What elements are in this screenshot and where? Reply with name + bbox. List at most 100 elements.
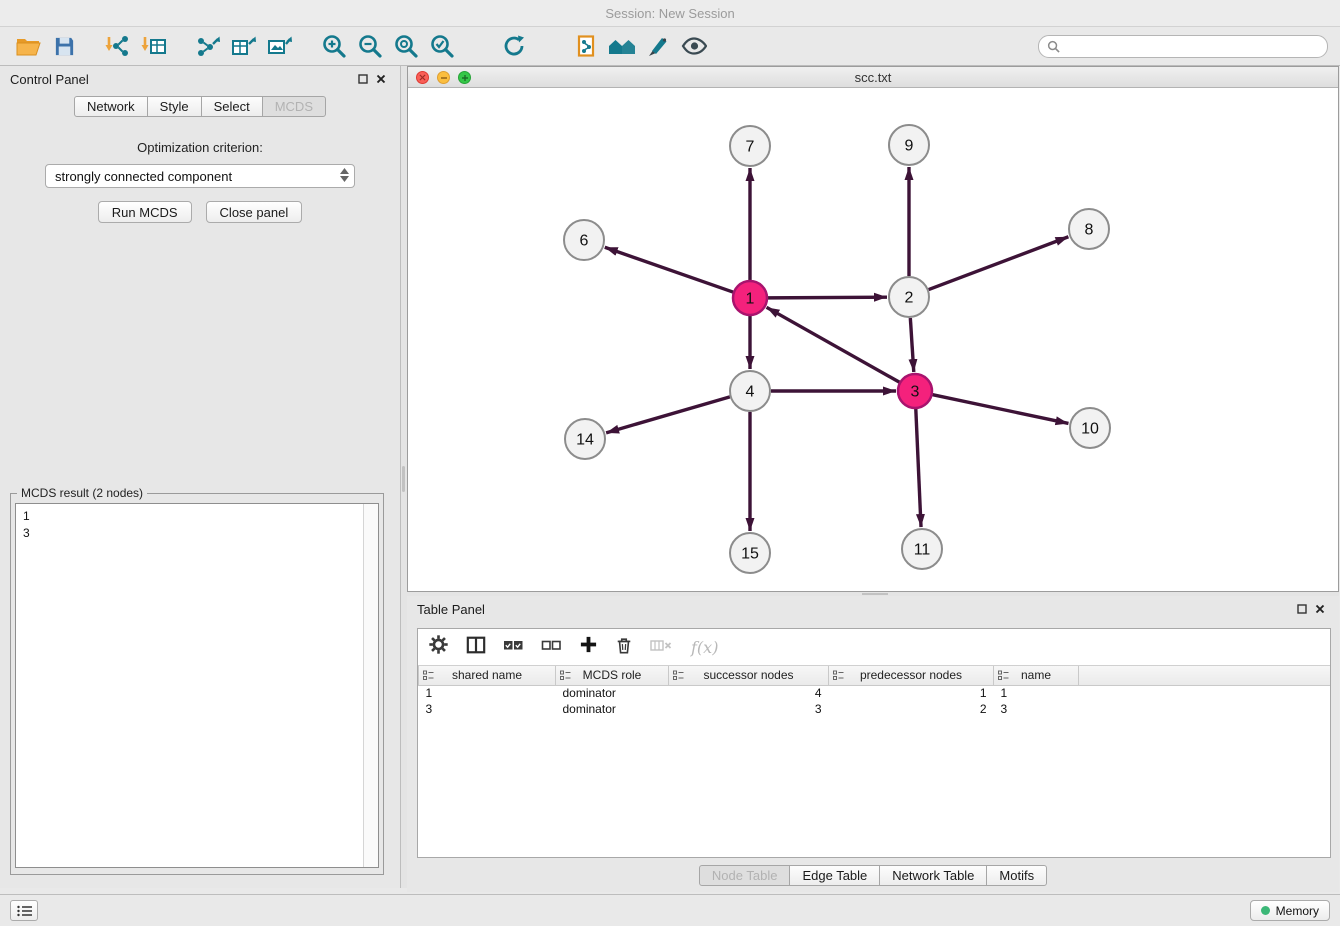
memory-status-icon xyxy=(1261,906,1270,915)
export-network-button[interactable] xyxy=(190,30,226,62)
cell-MCDS-role: dominator xyxy=(556,685,669,701)
delete-row-button[interactable] xyxy=(615,635,633,660)
add-row-button[interactable] xyxy=(579,635,598,659)
node-label: 15 xyxy=(741,546,759,563)
search-icon xyxy=(1047,40,1060,53)
node-label: 9 xyxy=(905,138,914,155)
cell-name: 3 xyxy=(994,701,1079,717)
zoom-fit-button[interactable] xyxy=(388,30,424,62)
apply-layout-button[interactable] xyxy=(496,30,532,62)
edge-4-14[interactable] xyxy=(606,397,730,433)
node-10[interactable]: 10 xyxy=(1070,408,1110,448)
show-columns-button[interactable] xyxy=(466,635,486,660)
table-toolbar: f(x) xyxy=(418,629,1330,666)
network-canvas[interactable]: 7 9 6 8 1 2 4 3 14 10 15 11 xyxy=(408,88,1338,591)
node-15[interactable]: 15 xyxy=(730,533,770,573)
edge-3-11[interactable] xyxy=(916,409,921,527)
mcds-result-text: 1 3 xyxy=(23,508,30,542)
select-all-button[interactable] xyxy=(503,637,524,658)
import-network-button[interactable] xyxy=(100,30,136,62)
table-settings-button[interactable] xyxy=(428,634,449,660)
duplicate-network-button[interactable] xyxy=(568,30,604,62)
close-panel-button[interactable]: Close panel xyxy=(206,201,303,223)
float-table-panel-icon[interactable] xyxy=(1293,601,1311,617)
optimization-criterion-select[interactable]: strongly connected component xyxy=(45,164,355,188)
edge-3-1[interactable] xyxy=(767,307,900,382)
toggle-visibility-button[interactable] xyxy=(676,30,712,62)
sort-icon xyxy=(833,670,844,681)
run-mcds-button[interactable]: Run MCDS xyxy=(98,201,192,223)
task-history-button[interactable] xyxy=(10,900,38,921)
export-table-button[interactable] xyxy=(226,30,262,62)
node-7[interactable]: 7 xyxy=(730,126,770,166)
node-4[interactable]: 4 xyxy=(730,371,770,411)
table-tab-network-table[interactable]: Network Table xyxy=(879,865,987,886)
deselect-all-button[interactable] xyxy=(541,637,562,658)
close-panel-icon[interactable] xyxy=(372,71,390,87)
table-row[interactable]: 1dominator411 xyxy=(419,685,1331,701)
import-table-button[interactable] xyxy=(136,30,172,62)
table-tab-edge-table[interactable]: Edge Table xyxy=(789,865,880,886)
table-tab-node-table[interactable]: Node Table xyxy=(699,865,791,886)
node-14[interactable]: 14 xyxy=(565,419,605,459)
column-header-shared-name[interactable]: shared name xyxy=(419,666,556,685)
control-tab-select[interactable]: Select xyxy=(201,96,263,117)
table-body: 1dominator4113dominator323 xyxy=(419,685,1331,717)
node-1[interactable]: 1 xyxy=(733,281,767,315)
open-session-button[interactable] xyxy=(10,30,46,62)
node-9[interactable]: 9 xyxy=(889,125,929,165)
edge-2-3[interactable] xyxy=(910,318,913,372)
toolbar-search[interactable] xyxy=(1038,35,1328,58)
float-panel-icon[interactable] xyxy=(354,71,372,87)
column-header-predecessor-nodes[interactable]: predecessor nodes xyxy=(829,666,994,685)
cell-predecessor-nodes: 1 xyxy=(829,685,994,701)
edge-3-10[interactable] xyxy=(933,395,1069,424)
delete-column-button[interactable] xyxy=(650,637,674,658)
column-header-MCDS-role[interactable]: MCDS role xyxy=(556,666,669,685)
close-window-icon[interactable] xyxy=(416,71,429,84)
table-tab-motifs[interactable]: Motifs xyxy=(986,865,1047,886)
plus-icon xyxy=(579,635,598,654)
column-header-filler xyxy=(1079,666,1331,685)
cell-name: 1 xyxy=(994,685,1079,701)
zoom-selected-icon xyxy=(429,33,455,59)
search-input[interactable] xyxy=(1065,40,1319,54)
node-3[interactable]: 3 xyxy=(898,374,932,408)
dropdown-value: strongly connected component xyxy=(55,169,232,184)
memory-label: Memory xyxy=(1276,904,1319,918)
function-builder-button[interactable]: f(x) xyxy=(691,638,718,657)
result-scrollbar[interactable] xyxy=(363,504,378,867)
control-panel: Control Panel NetworkStyleSelectMCDS Opt… xyxy=(0,66,401,888)
save-session-button[interactable] xyxy=(46,30,82,62)
zoom-selected-button[interactable] xyxy=(424,30,460,62)
style-button[interactable] xyxy=(640,30,676,62)
edge-1-2[interactable] xyxy=(768,297,887,298)
node-8[interactable]: 8 xyxy=(1069,209,1109,249)
zoom-out-button[interactable] xyxy=(352,30,388,62)
table-row[interactable]: 3dominator323 xyxy=(419,701,1331,717)
node-2[interactable]: 2 xyxy=(889,277,929,317)
control-tab-mcds[interactable]: MCDS xyxy=(262,96,326,117)
minimize-window-icon[interactable] xyxy=(437,71,450,84)
column-header-name[interactable]: name xyxy=(994,666,1079,685)
chevron-updown-icon xyxy=(340,168,349,182)
export-image-button[interactable] xyxy=(262,30,298,62)
node-6[interactable]: 6 xyxy=(564,220,604,260)
cell-shared-name: 1 xyxy=(419,685,556,701)
memory-button[interactable]: Memory xyxy=(1250,900,1330,921)
zoom-in-button[interactable] xyxy=(316,30,352,62)
home-button[interactable] xyxy=(604,30,640,62)
close-table-panel-icon[interactable] xyxy=(1311,601,1329,617)
table-panel: Table Panel xyxy=(407,596,1339,892)
edge-1-6[interactable] xyxy=(605,247,733,292)
refresh-icon xyxy=(501,34,527,58)
node-label: 14 xyxy=(576,432,594,449)
node-table: shared nameMCDS rolesuccessor nodesprede… xyxy=(418,666,1330,717)
column-header-successor-nodes[interactable]: successor nodes xyxy=(669,666,829,685)
zoom-window-icon[interactable] xyxy=(458,71,471,84)
network-window-title: scc.txt xyxy=(855,70,892,85)
control-tab-style[interactable]: Style xyxy=(147,96,202,117)
control-tab-network[interactable]: Network xyxy=(74,96,148,117)
edge-2-8[interactable] xyxy=(929,237,1069,290)
node-11[interactable]: 11 xyxy=(902,529,942,569)
